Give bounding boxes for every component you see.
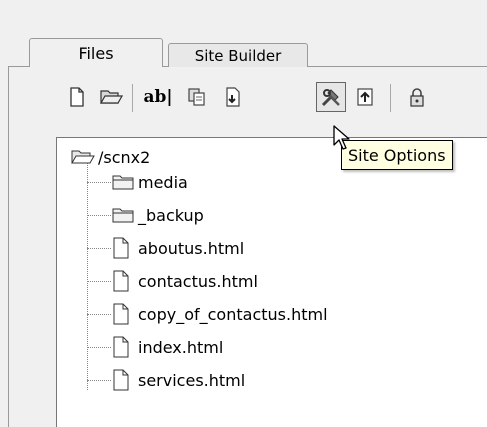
tree-connector (87, 162, 88, 390)
tree-file[interactable]: copy_of_contactus.html (111, 303, 328, 325)
tab-site-builder[interactable]: Site Builder (168, 43, 308, 67)
file-label: index.html (138, 337, 224, 357)
tab-site-builder-label: Site Builder (194, 46, 282, 65)
tree-folder-media[interactable]: media (111, 171, 188, 193)
download-icon (222, 86, 244, 108)
site-options-tooltip: Site Options (341, 140, 453, 170)
copy-button[interactable] (182, 82, 212, 112)
toolbar: ab| (0, 82, 487, 118)
file-label: aboutus.html (138, 238, 245, 258)
file-icon (111, 369, 135, 391)
file-icon (111, 303, 135, 325)
toolbar-separator (132, 84, 133, 112)
new-file-button[interactable] (62, 82, 92, 112)
tab-files-label: Files (78, 43, 114, 63)
file-icon (111, 237, 135, 259)
tree-connector (87, 215, 111, 216)
file-label: copy_of_contactus.html (138, 304, 328, 324)
folder-icon (111, 172, 135, 192)
tree-file[interactable]: aboutus.html (111, 237, 244, 259)
site-options-icon (319, 85, 343, 109)
open-folder-icon (99, 86, 123, 108)
folder-label: media (138, 172, 188, 192)
file-icon (111, 336, 135, 358)
file-icon (111, 270, 135, 292)
tree-connector (87, 182, 111, 183)
toolbar-separator (390, 84, 391, 112)
tree-connector (87, 347, 111, 348)
file-label: services.html (138, 370, 246, 390)
tree-root-label: /scnx2 (98, 147, 151, 167)
tree-connector (87, 248, 111, 249)
open-folder-button[interactable] (96, 82, 126, 112)
tree-file[interactable]: services.html (111, 369, 245, 391)
copy-icon (186, 86, 208, 108)
rename-button[interactable]: ab| (140, 82, 176, 112)
tree-file[interactable]: index.html (111, 336, 223, 358)
file-label: contactus.html (138, 271, 258, 291)
rename-icon: ab| (143, 87, 173, 107)
download-button[interactable] (218, 82, 248, 112)
lock-button[interactable] (402, 82, 432, 112)
tooltip-label: Site Options (348, 145, 446, 165)
upload-button[interactable] (350, 82, 380, 112)
tree-folder-backup[interactable]: _backup (111, 204, 204, 226)
tab-files[interactable]: Files (29, 38, 163, 67)
lock-icon (406, 86, 428, 108)
tree-connector (87, 380, 111, 381)
tree-root[interactable]: /scnx2 (71, 146, 150, 168)
folder-label: _backup (138, 205, 204, 225)
mouse-pointer-icon (333, 125, 351, 155)
upload-icon (354, 86, 376, 108)
folder-icon (111, 205, 135, 225)
site-options-button[interactable] (316, 82, 346, 112)
tree-connector (87, 281, 111, 282)
new-file-icon (66, 86, 88, 108)
tree-file[interactable]: contactus.html (111, 270, 258, 292)
file-tree: /scnx2 media _backup aboutus.html contac… (56, 137, 487, 427)
open-folder-icon (71, 147, 95, 167)
tree-connector (87, 314, 111, 315)
